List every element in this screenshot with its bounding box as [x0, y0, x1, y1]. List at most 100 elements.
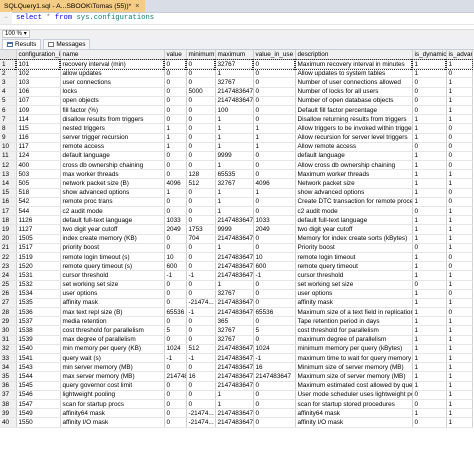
cell-maximum[interactable]: 1: [215, 206, 254, 217]
cell-row-number[interactable]: 9: [0, 133, 17, 143]
cell-is-advanced[interactable]: 0: [446, 68, 473, 79]
cell-name[interactable]: remote login timeout (s): [60, 252, 165, 263]
cell-is-dynamic[interactable]: 1: [412, 289, 447, 299]
table-row[interactable]: 7 114 disallow results from triggers 0 0 1 0 Di…: [0, 114, 473, 125]
cell-is-dynamic[interactable]: 1: [412, 169, 447, 180]
cell-description[interactable]: Number of user connections allowed: [295, 77, 413, 88]
cell-description[interactable]: User mode scheduler uses lightweight poo…: [295, 390, 413, 400]
cell-is-dynamic[interactable]: 0: [412, 390, 447, 400]
cell-value-in-use[interactable]: 4096: [253, 178, 296, 189]
cell-description[interactable]: Allow remote access: [295, 142, 413, 152]
cell-maximum[interactable]: 9999: [215, 224, 254, 235]
table-row[interactable]: 24 1531 cursor threshold -1 -1 2147483647 -1 cu…: [0, 270, 473, 281]
cell-is-advanced[interactable]: 1: [446, 399, 473, 410]
cell-is-advanced[interactable]: 1: [446, 270, 473, 281]
cell-value-in-use[interactable]: 0: [253, 280, 296, 290]
cell-is-advanced[interactable]: 1: [446, 371, 473, 382]
table-row[interactable]: 39 1549 affinity64 mask 0 -21474... 214748364…: [0, 408, 473, 419]
cell-value[interactable]: 2147483647: [164, 371, 187, 382]
cell-row-number[interactable]: 6: [0, 105, 17, 116]
cell-name[interactable]: affinity64 mask: [60, 408, 165, 419]
cell-maximum[interactable]: 2147483647: [215, 344, 254, 355]
cell-is-dynamic[interactable]: 1: [412, 151, 447, 162]
cell-configuration-id[interactable]: 1534: [16, 289, 61, 299]
cell-value-in-use[interactable]: 0: [253, 234, 296, 244]
cell-configuration-id[interactable]: 503: [16, 169, 61, 180]
cell-maximum[interactable]: 2147483647: [215, 261, 254, 272]
cell-is-advanced[interactable]: 1: [446, 408, 473, 419]
cell-value[interactable]: 0: [164, 390, 187, 400]
cell-value-in-use[interactable]: 0: [253, 77, 296, 88]
table-row[interactable]: 34 1543 min server memory (MB) 0 0 2147483647…: [0, 362, 473, 373]
cell-minimum[interactable]: 0: [186, 325, 216, 336]
cell-name[interactable]: recovery interval (min): [59, 58, 165, 70]
cell-value-in-use[interactable]: 0: [253, 289, 296, 299]
cell-is-dynamic[interactable]: 1: [412, 252, 447, 263]
column-header-name[interactable]: name: [60, 50, 165, 60]
cell-minimum[interactable]: 0: [185, 58, 216, 70]
cell-is-dynamic[interactable]: 1: [412, 197, 447, 208]
table-row[interactable]: 28 1536 max text repl size (B) 65536 -1 21474…: [0, 307, 473, 318]
cell-row-number[interactable]: 1: [0, 58, 17, 70]
cell-value-in-use[interactable]: 0: [253, 243, 296, 253]
table-row[interactable]: 30 1538 cost threshold for parallelism 5 0 32…: [0, 325, 473, 336]
cell-maximum[interactable]: 2147483647: [215, 298, 254, 309]
table-row[interactable]: 25 1532 set working set size 0 0 1 0 set workin…: [0, 280, 473, 290]
cell-name[interactable]: default language: [60, 151, 165, 162]
cell-name[interactable]: user options: [60, 289, 165, 299]
cell-maximum[interactable]: 1: [215, 160, 254, 171]
cell-is-advanced[interactable]: 0: [446, 142, 473, 152]
cell-configuration-id[interactable]: 518: [16, 188, 61, 198]
cell-name[interactable]: c2 audit mode: [60, 206, 165, 217]
cell-minimum[interactable]: 0: [186, 289, 216, 299]
cell-row-number[interactable]: 33: [0, 353, 17, 364]
cell-value[interactable]: 600: [164, 261, 187, 272]
cell-minimum[interactable]: 0: [186, 390, 216, 400]
cell-row-number[interactable]: 16: [0, 197, 17, 208]
table-row[interactable]: 31 1539 max degree of parallelism 0 0 32767 0 m…: [0, 335, 473, 345]
cell-minimum[interactable]: 0: [186, 280, 216, 290]
cell-value-in-use[interactable]: 0: [253, 390, 296, 400]
table-row[interactable]: 15 518 show advanced options 1 0 1 1 show advan…: [0, 188, 473, 198]
cell-description[interactable]: user options: [295, 289, 413, 299]
cell-name[interactable]: open objects: [60, 96, 165, 106]
cell-value[interactable]: 1: [164, 123, 187, 134]
cell-configuration-id[interactable]: 102: [16, 68, 61, 79]
cell-is-advanced[interactable]: 0: [446, 188, 473, 198]
cell-minimum[interactable]: 5000: [186, 87, 216, 97]
cell-description[interactable]: affinity mask: [295, 298, 413, 309]
cell-is-advanced[interactable]: 1: [446, 353, 473, 364]
cell-configuration-id[interactable]: 106: [16, 87, 61, 97]
cell-value[interactable]: 0: [164, 234, 187, 244]
column-header-maximum[interactable]: maximum: [215, 50, 254, 60]
cell-value-in-use[interactable]: 1: [253, 123, 296, 134]
cell-value[interactable]: -1: [164, 353, 187, 364]
cell-value[interactable]: 0: [164, 289, 187, 299]
cell-value[interactable]: 0: [164, 169, 187, 180]
cell-value-in-use[interactable]: -1: [253, 270, 296, 281]
cell-maximum[interactable]: 2147483647: [215, 87, 254, 97]
cell-value[interactable]: 0: [164, 96, 187, 106]
cell-maximum[interactable]: 1: [215, 123, 254, 134]
cell-maximum[interactable]: 2147483647: [215, 252, 254, 263]
cell-row-number[interactable]: 27: [0, 298, 17, 309]
cell-value-in-use[interactable]: 10: [253, 252, 296, 263]
cell-minimum[interactable]: 0: [186, 151, 216, 162]
cell-value-in-use[interactable]: 65536: [253, 307, 296, 318]
table-row[interactable]: 20 1505 index create memory (KB) 0 704 214748…: [0, 234, 473, 244]
cell-configuration-id[interactable]: 1536: [16, 307, 61, 318]
cell-maximum[interactable]: 65535: [215, 169, 254, 180]
cell-value[interactable]: 65536: [164, 307, 187, 318]
cell-value-in-use[interactable]: 0: [252, 58, 296, 70]
cell-configuration-id[interactable]: 117: [16, 142, 61, 152]
cell-description[interactable]: Create DTC transaction for remote proced…: [295, 197, 413, 208]
cell-is-dynamic[interactable]: 1: [412, 362, 447, 373]
cell-minimum[interactable]: -1: [186, 353, 216, 364]
cell-maximum[interactable]: 1: [215, 243, 254, 253]
cell-is-advanced[interactable]: 1: [446, 206, 473, 217]
cell-maximum[interactable]: 2147483647: [215, 307, 254, 318]
cell-value-in-use[interactable]: 1033: [253, 215, 296, 226]
cell-name[interactable]: max server memory (MB): [60, 371, 165, 382]
cell-name[interactable]: affinity mask: [60, 298, 165, 309]
cell-row-number[interactable]: 14: [0, 178, 17, 189]
